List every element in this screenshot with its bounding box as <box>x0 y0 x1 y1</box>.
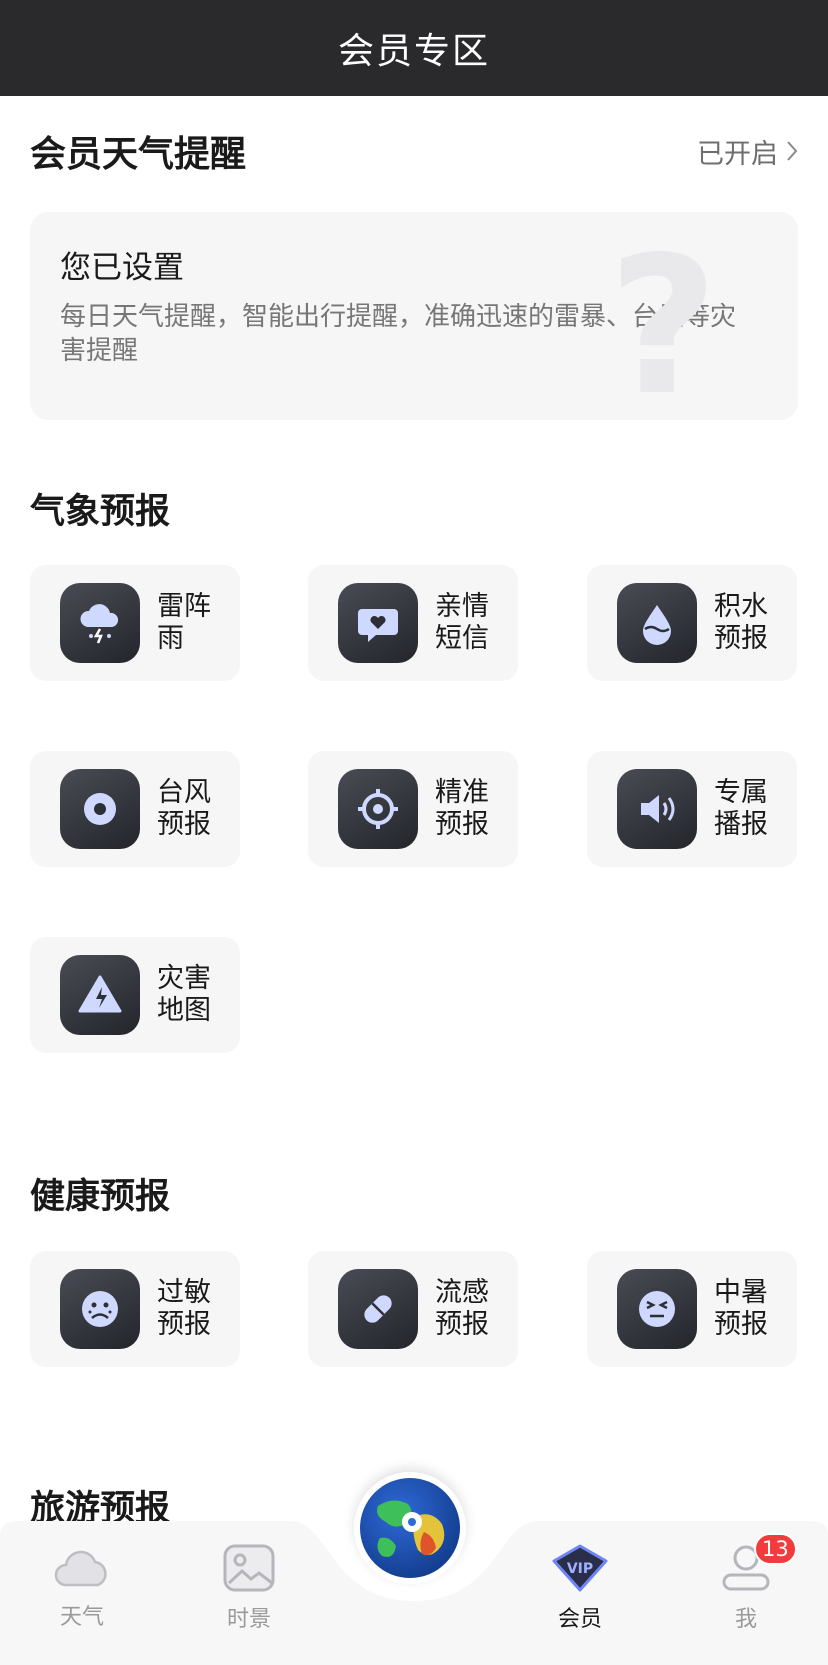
reminder-row[interactable]: 会员天气提醒 已开启 <box>30 128 798 175</box>
tab-scenery[interactable]: 时景 <box>189 1543 309 1633</box>
vip-icon: VIP <box>552 1544 608 1592</box>
tile-waterlogging[interactable]: 积水预报 <box>587 565 797 681</box>
tile-label: 精准预报 <box>435 777 489 840</box>
water-drop-icon <box>617 583 697 663</box>
settings-card: 您已设置 每日天气提醒，智能出行提醒，准确迅速的雷暴、台风等灾害提醒 ? <box>30 212 798 420</box>
section-title-meteorology: 气象预报 <box>30 492 171 532</box>
settings-card-title: 您已设置 <box>60 250 184 286</box>
pill-icon <box>338 1269 418 1349</box>
tile-label: 雷阵雨 <box>157 591 211 654</box>
warning-triangle-icon <box>60 955 140 1035</box>
tile-label: 亲情短信 <box>435 591 489 654</box>
top-header: 会员专区 <box>0 0 828 96</box>
svg-text:VIP: VIP <box>567 1561 593 1577</box>
tile-label: 流感预报 <box>435 1277 489 1340</box>
tab-weather[interactable]: 天气 <box>22 1543 142 1631</box>
tile-label: 过敏预报 <box>157 1277 211 1340</box>
cloud-icon <box>54 1550 107 1587</box>
tile-label: 积水预报 <box>714 591 768 654</box>
tile-label: 台风预报 <box>157 777 211 840</box>
tile-precise-forecast[interactable]: 精准预报 <box>308 751 518 867</box>
page-title: 会员专区 <box>337 31 490 72</box>
reminder-status-label: 已开启 <box>697 138 778 170</box>
radar-globe-icon <box>360 1478 460 1578</box>
image-icon <box>223 1544 275 1592</box>
tile-disaster-map[interactable]: 灾害地图 <box>30 937 240 1053</box>
reminder-status[interactable]: 已开启 <box>697 132 798 171</box>
notification-badge: 13 <box>754 1533 797 1565</box>
crosshair-icon <box>338 769 418 849</box>
dizzy-face-icon <box>617 1269 697 1349</box>
tab-label: 会员 <box>557 1607 602 1632</box>
tab-me[interactable]: 13 我 <box>686 1533 806 1633</box>
tab-label: 我 <box>734 1607 757 1632</box>
reminder-title: 会员天气提醒 <box>30 134 247 175</box>
center-radar-button[interactable] <box>354 1472 466 1584</box>
section-title-health: 健康预报 <box>30 1177 171 1217</box>
tile-label: 灾害地图 <box>157 963 211 1026</box>
tile-family-sms[interactable]: 亲情短信 <box>308 565 518 681</box>
question-mark-watermark-icon: ? <box>608 242 718 412</box>
tile-label: 专属播报 <box>714 777 768 840</box>
tile-exclusive-broadcast[interactable]: 专属播报 <box>587 751 797 867</box>
tile-thunderstorm[interactable]: 雷阵雨 <box>30 565 240 681</box>
tab-label: 时景 <box>226 1607 271 1632</box>
tab-vip[interactable]: VIP 会员 <box>520 1543 640 1633</box>
tab-label: 天气 <box>59 1605 104 1630</box>
message-heart-icon <box>338 583 418 663</box>
speaker-icon <box>617 769 697 849</box>
tile-heatstroke[interactable]: 中暑预报 <box>587 1251 797 1367</box>
tile-allergy[interactable]: 过敏预报 <box>30 1251 240 1367</box>
chevron-right-icon <box>787 141 798 161</box>
sad-face-icon <box>60 1269 140 1349</box>
svg-text:?: ? <box>608 242 718 412</box>
typhoon-icon <box>60 769 140 849</box>
tile-flu[interactable]: 流感预报 <box>308 1251 518 1367</box>
tile-label: 中暑预报 <box>714 1277 768 1340</box>
thunderstorm-icon <box>60 583 140 663</box>
tile-typhoon[interactable]: 台风预报 <box>30 751 240 867</box>
